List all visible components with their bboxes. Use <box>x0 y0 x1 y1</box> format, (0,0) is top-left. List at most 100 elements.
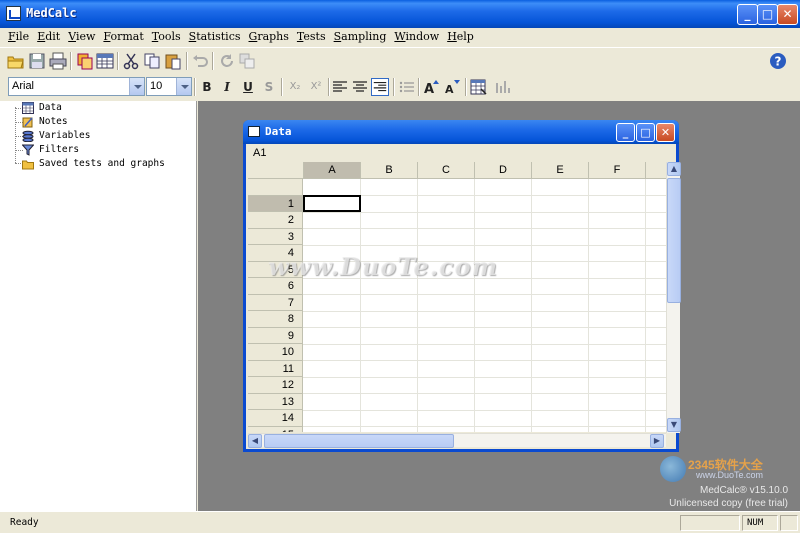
status-panel <box>680 515 740 531</box>
align-center-icon[interactable] <box>351 78 369 96</box>
maximize-button[interactable]: □ <box>757 4 778 25</box>
variables-icon <box>22 130 34 142</box>
scroll-thumb[interactable] <box>667 178 681 303</box>
data-close-button[interactable]: ✕ <box>656 123 675 142</box>
column-header[interactable]: C <box>418 162 475 179</box>
scroll-left-button[interactable]: ◀ <box>248 434 262 448</box>
print-icon[interactable] <box>49 52 67 70</box>
spreadsheet-icon[interactable] <box>96 52 114 70</box>
scroll-thumb[interactable] <box>264 434 454 448</box>
column-header[interactable]: B <box>361 162 418 179</box>
active-cell[interactable] <box>303 195 361 212</box>
strikethrough-button[interactable]: S <box>260 78 278 96</box>
cell-reference[interactable]: A1 <box>248 146 340 162</box>
row-header[interactable]: 1 <box>248 195 303 212</box>
italic-button[interactable]: I <box>218 78 236 96</box>
column-header[interactable]: E <box>532 162 589 179</box>
title-bar[interactable]: MedCalc _ □ ✕ <box>0 0 800 28</box>
font-select[interactable]: Arial <box>8 77 145 96</box>
decrease-font-icon[interactable]: A <box>444 78 462 96</box>
num-lock-indicator: NUM <box>742 515 778 531</box>
chart-format-icon[interactable] <box>494 78 512 96</box>
app-icon[interactable] <box>6 6 21 21</box>
menu-edit[interactable]: Edit <box>37 28 60 43</box>
status-bar: Ready NUM <box>0 511 800 533</box>
subscript-button[interactable]: X₂ <box>286 78 304 96</box>
menu-sampling[interactable]: Sampling <box>334 28 387 43</box>
menu-format[interactable]: Format <box>103 28 143 43</box>
menu-view[interactable]: View <box>68 28 95 43</box>
font-select-value: Arial <box>12 80 35 92</box>
corner-cell[interactable] <box>248 162 304 179</box>
align-right-icon[interactable] <box>371 78 389 96</box>
menu-help[interactable]: Help <box>447 28 474 43</box>
spreadsheet-grid[interactable]: A B C D E F 1 2 3 4 5 6 7 8 9 10 11 12 1… <box>248 162 666 432</box>
chevron-down-icon[interactable] <box>176 78 191 95</box>
row-header[interactable]: 12 <box>248 377 303 394</box>
increase-font-icon[interactable]: A <box>423 78 441 96</box>
row-header[interactable]: 9 <box>248 327 303 344</box>
format-toolbar: Arial 10 B I U S X₂ X² A A <box>0 74 800 100</box>
row-header[interactable]: 11 <box>248 360 303 377</box>
version-info: MedCalc® v15.10.0 Unlicensed copy (free … <box>669 484 788 510</box>
brand-url: www.DuoTe.com <box>696 470 764 480</box>
help-icon[interactable]: ? <box>769 52 787 70</box>
cut-icon[interactable] <box>122 52 140 70</box>
bullet-list-icon[interactable] <box>398 78 416 96</box>
row-header[interactable]: 3 <box>248 228 303 245</box>
horizontal-scrollbar[interactable]: ◀ ▶ <box>248 433 666 448</box>
folder-icon <box>22 160 34 170</box>
graph-copy-icon[interactable] <box>238 52 256 70</box>
svg-text:A: A <box>445 83 454 96</box>
row-header[interactable]: 2 <box>248 212 303 229</box>
menu-window[interactable]: Window <box>394 28 439 43</box>
minimize-button[interactable]: _ <box>737 4 758 25</box>
column-header[interactable]: D <box>475 162 532 179</box>
license-line: Unlicensed copy (free trial) <box>669 498 788 509</box>
font-size-select[interactable]: 10 <box>146 77 192 96</box>
row-header[interactable]: 8 <box>248 311 303 328</box>
paste-icon[interactable] <box>164 52 182 70</box>
row-header[interactable]: 10 <box>248 344 303 361</box>
bold-button[interactable]: B <box>198 78 216 96</box>
svg-text:A: A <box>424 82 434 96</box>
menu-tools[interactable]: Tools <box>152 28 181 43</box>
refresh-icon[interactable] <box>218 52 236 70</box>
row-header[interactable]: 7 <box>248 294 303 311</box>
menu-tests[interactable]: Tests <box>297 28 326 43</box>
globe-icon <box>660 456 686 482</box>
tree-item-label: Data <box>39 102 62 113</box>
copy-sheet-icon[interactable] <box>76 52 94 70</box>
close-button[interactable]: ✕ <box>777 4 798 25</box>
cell-reference-bar: A1 <box>248 146 676 162</box>
notes-icon <box>22 117 33 128</box>
menu-graphs[interactable]: Graphs <box>249 28 289 43</box>
data-minimize-button[interactable]: _ <box>616 123 635 142</box>
save-icon[interactable] <box>28 52 46 70</box>
column-header[interactable] <box>646 162 666 179</box>
row-header[interactable] <box>248 179 303 196</box>
scroll-down-button[interactable]: ▼ <box>667 418 681 432</box>
chevron-down-icon[interactable] <box>129 78 144 95</box>
underline-button[interactable]: U <box>239 78 257 96</box>
scroll-up-button[interactable]: ▲ <box>667 162 681 176</box>
vertical-scrollbar[interactable]: ▲ ▼ <box>666 162 681 433</box>
data-window-titlebar[interactable]: Data _ □ ✕ <box>243 120 679 144</box>
copy-icon[interactable] <box>143 52 161 70</box>
column-header[interactable]: F <box>589 162 646 179</box>
undo-icon[interactable] <box>191 52 209 70</box>
align-left-icon[interactable] <box>331 78 349 96</box>
menu-statistics[interactable]: Statistics <box>189 28 241 43</box>
superscript-button[interactable]: X² <box>307 78 325 96</box>
data-maximize-button[interactable]: □ <box>636 123 655 142</box>
row-header[interactable]: 15 <box>248 426 303 432</box>
column-header[interactable]: A <box>304 162 361 179</box>
row-header[interactable]: 13 <box>248 393 303 410</box>
open-folder-icon[interactable] <box>7 52 25 70</box>
menu-bar: File Edit View Format Tools Statistics G… <box>0 28 800 46</box>
grid-format-icon[interactable] <box>470 78 488 96</box>
menu-file[interactable]: File <box>8 28 29 43</box>
svg-text:?: ? <box>775 55 782 69</box>
scroll-right-button[interactable]: ▶ <box>650 434 664 448</box>
row-header[interactable]: 14 <box>248 410 303 427</box>
